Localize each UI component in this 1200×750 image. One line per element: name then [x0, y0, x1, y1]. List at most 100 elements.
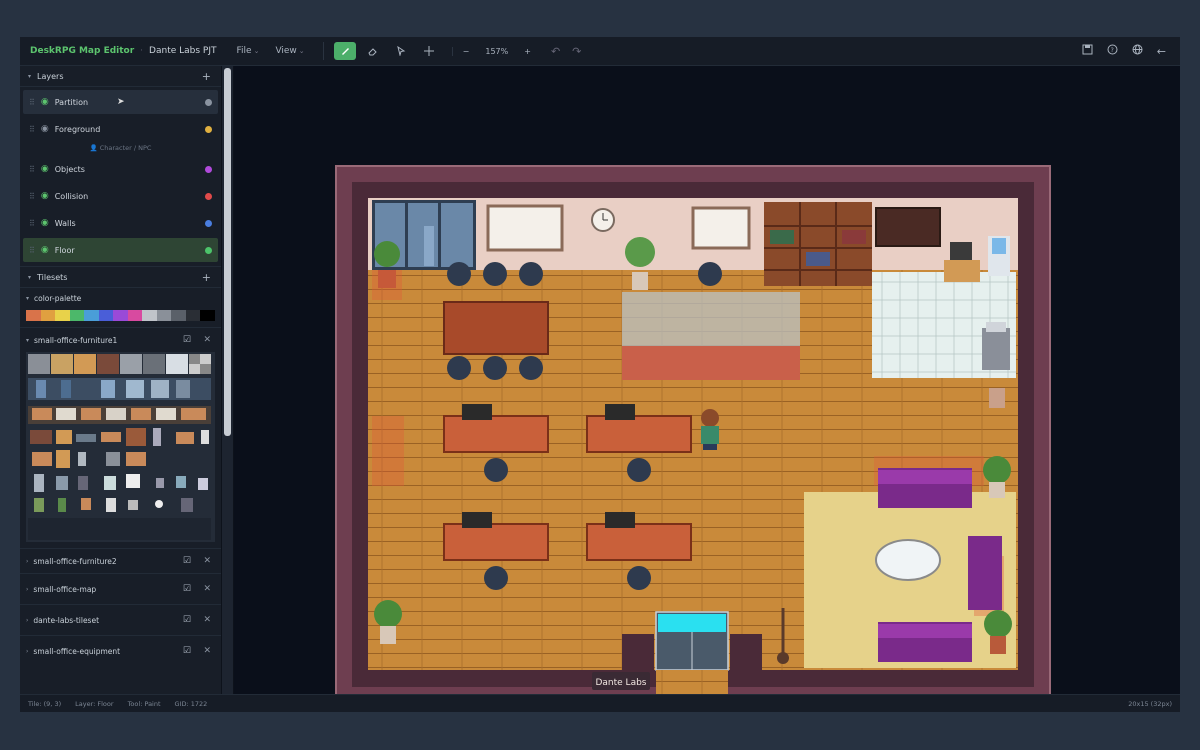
- move-tool[interactable]: [418, 42, 440, 60]
- scrollbar-thumb[interactable]: [224, 68, 231, 436]
- tool-group: [323, 42, 440, 60]
- drag-handle-icon[interactable]: ⠿: [29, 246, 35, 255]
- status-map-size: 20x15 (32px): [1128, 700, 1172, 708]
- close-icon[interactable]: ✕: [203, 615, 211, 625]
- tile-preview[interactable]: [26, 352, 215, 542]
- tilesets-header[interactable]: ▾ Tilesets +: [20, 266, 221, 288]
- office-map[interactable]: Dante Labs: [234, 66, 1180, 694]
- layer-color-dot: [205, 193, 212, 200]
- expand-triangle-icon: ›: [26, 617, 28, 624]
- collapse-triangle-icon: ▾: [26, 337, 29, 344]
- layer-color-dot: [205, 126, 212, 133]
- view-menu[interactable]: View ⌄: [275, 46, 304, 56]
- chevron-down-icon: ⌄: [299, 47, 305, 55]
- tileset-row[interactable]: › small-office-equipment ☑ ✕: [20, 635, 221, 666]
- eye-icon[interactable]: ◉: [41, 218, 49, 228]
- paint-brush-tool[interactable]: [334, 42, 356, 60]
- expand-triangle-icon: ›: [26, 586, 28, 593]
- layers-header[interactable]: ▾ Layers +: [20, 66, 221, 87]
- zoom-out-button[interactable]: −: [463, 47, 470, 56]
- zoom-controls: − 157% +: [452, 47, 531, 56]
- checkbox-icon[interactable]: ☑: [183, 335, 191, 345]
- drag-handle-icon[interactable]: ⠿: [29, 192, 35, 201]
- layer-collision[interactable]: ⠿ ◉ Collision: [23, 184, 218, 208]
- globe-icon[interactable]: [1132, 44, 1143, 58]
- drag-handle-icon[interactable]: ⠿: [29, 219, 35, 228]
- tile-picker-grid[interactable]: [26, 352, 215, 542]
- checkbox-icon[interactable]: ☑: [183, 584, 191, 594]
- file-menu[interactable]: File ⌄: [237, 46, 260, 56]
- project-name: Dante Labs PJT: [149, 46, 216, 56]
- palette-swatch[interactable]: [171, 310, 186, 321]
- close-icon[interactable]: ✕: [203, 646, 211, 656]
- character-npc-note: 👤 Character / NPC: [20, 144, 221, 154]
- checkbox-icon[interactable]: ☑: [183, 615, 191, 625]
- status-tile: Tile: (9, 3): [28, 700, 61, 708]
- tileset-row[interactable]: › small-office-map ☑ ✕: [20, 573, 221, 604]
- collapse-triangle-icon: ▾: [28, 274, 31, 281]
- drag-handle-icon[interactable]: ⠿: [29, 165, 35, 174]
- tileset-label: color-palette: [34, 294, 81, 303]
- tileset-color-palette[interactable]: ▾ color-palette: [20, 288, 221, 308]
- palette-swatch[interactable]: [200, 310, 215, 321]
- layer-color-dot: [205, 220, 212, 227]
- eye-icon[interactable]: ◉: [41, 164, 49, 174]
- collapse-triangle-icon: ▾: [26, 295, 29, 302]
- eye-icon[interactable]: ◉: [41, 191, 49, 201]
- screen-frame: DeskRPG Map Editor · Dante Labs PJT File…: [0, 0, 1200, 750]
- layer-label: Walls: [55, 219, 76, 228]
- sidebar-scrollbar[interactable]: [222, 66, 233, 694]
- close-icon[interactable]: ✕: [203, 335, 211, 345]
- palette-swatch[interactable]: [70, 310, 85, 321]
- palette-swatch[interactable]: [186, 310, 201, 321]
- layer-objects[interactable]: ⠿ ◉ Objects: [23, 157, 218, 181]
- palette-swatch[interactable]: [99, 310, 114, 321]
- tileset-row[interactable]: ▾ small-office-furniture1 ☑ ✕: [20, 327, 221, 352]
- tileset-row[interactable]: › dante-labs-tileset ☑ ✕: [20, 604, 221, 635]
- layer-walls[interactable]: ⠿ ◉ Walls: [23, 211, 218, 235]
- help-icon[interactable]: ?: [1107, 44, 1118, 58]
- note-label: Character / NPC: [100, 144, 152, 152]
- eraser-tool[interactable]: [362, 42, 384, 60]
- palette-swatch[interactable]: [41, 310, 56, 321]
- sidebar: ▾ Layers + ⠿ ◉ Partition ➤ ⠿ ◉ Foregroun…: [20, 66, 221, 694]
- layer-partition[interactable]: ⠿ ◉ Partition ➤: [23, 90, 218, 114]
- close-icon[interactable]: ✕: [203, 584, 211, 594]
- close-icon[interactable]: ✕: [203, 556, 211, 566]
- layer-label: Objects: [55, 165, 85, 174]
- tileset-row[interactable]: › small-office-furniture2 ☑ ✕: [20, 548, 221, 573]
- layer-floor[interactable]: ⠿ ◉ Floor: [23, 238, 218, 262]
- zoom-level: 157%: [485, 47, 508, 56]
- svg-text:?: ?: [1110, 47, 1113, 54]
- eye-icon[interactable]: ◉: [41, 245, 49, 255]
- drag-handle-icon[interactable]: ⠿: [29, 98, 35, 107]
- palette-swatch[interactable]: [142, 310, 157, 321]
- eye-icon[interactable]: ◉: [41, 124, 49, 134]
- map-canvas[interactable]: Dante Labs: [234, 66, 1180, 694]
- palette-swatch[interactable]: [128, 310, 143, 321]
- palette-swatch[interactable]: [84, 310, 99, 321]
- select-tool[interactable]: [390, 42, 412, 60]
- undo-icon[interactable]: ↶: [551, 45, 560, 58]
- zoom-in-button[interactable]: +: [524, 47, 531, 56]
- palette-swatch[interactable]: [113, 310, 128, 321]
- palette-swatch[interactable]: [157, 310, 172, 321]
- palette-swatch[interactable]: [55, 310, 70, 321]
- palette-swatch[interactable]: [26, 310, 41, 321]
- checkbox-icon[interactable]: ☑: [183, 646, 191, 656]
- expand-triangle-icon: ›: [26, 558, 28, 565]
- add-tileset-button[interactable]: +: [202, 271, 211, 284]
- checkbox-icon[interactable]: ☑: [183, 556, 191, 566]
- eye-icon[interactable]: ◉: [41, 97, 49, 107]
- save-icon[interactable]: [1082, 44, 1093, 58]
- back-arrow-icon[interactable]: ←: [1157, 45, 1166, 58]
- add-layer-button[interactable]: +: [202, 70, 211, 83]
- color-palette-swatches[interactable]: [26, 310, 215, 321]
- editor-window: DeskRPG Map Editor · Dante Labs PJT File…: [20, 37, 1180, 712]
- eraser-icon: [368, 46, 378, 56]
- layer-foreground[interactable]: ⠿ ◉ Foreground: [23, 117, 218, 141]
- drag-handle-icon[interactable]: ⠿: [29, 125, 35, 134]
- paint-brush-icon: [340, 46, 350, 56]
- redo-icon[interactable]: ↷: [572, 45, 581, 58]
- player-character[interactable]: [701, 409, 719, 450]
